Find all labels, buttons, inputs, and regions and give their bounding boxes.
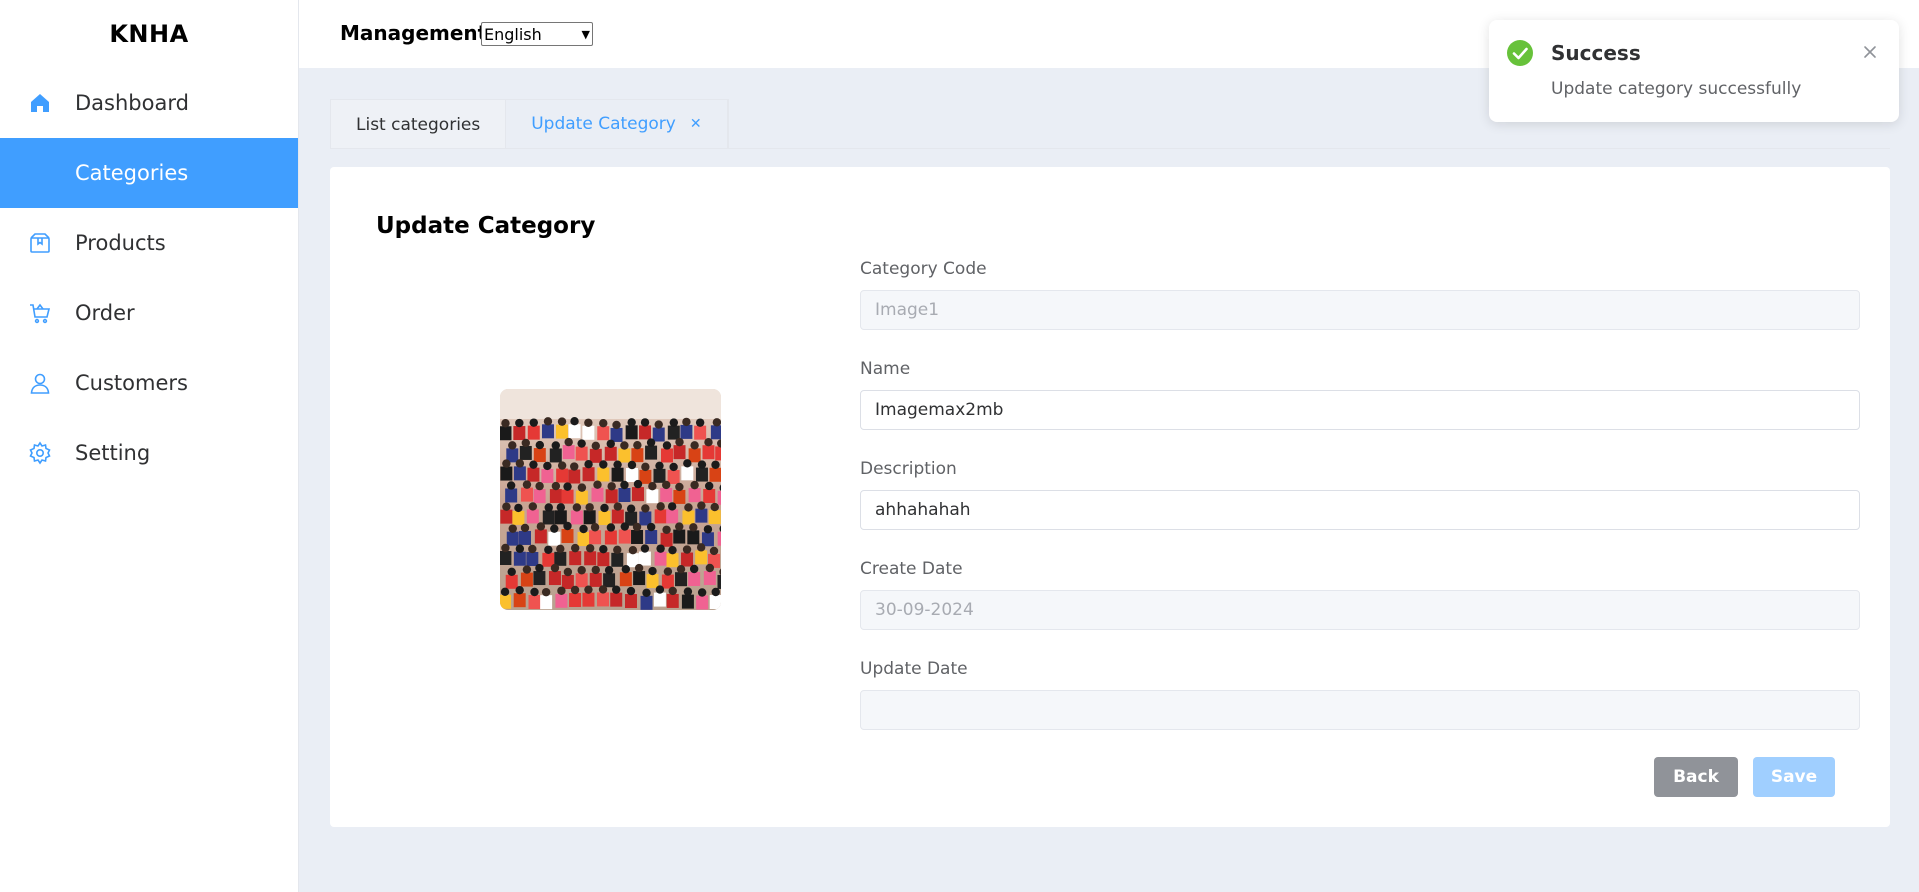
name-field: Name Imagemax2mb xyxy=(860,358,1860,458)
app-logo: KNHA xyxy=(109,20,189,48)
toast-title: Success xyxy=(1551,41,1641,65)
category-form: Category Code Image1 Name Imagemax2mb De… xyxy=(860,258,1860,758)
tab-list-categories[interactable]: List categories xyxy=(331,100,507,149)
field-label: Category Code xyxy=(860,259,987,279)
field-label: Create Date xyxy=(860,559,963,579)
language-select-value: English xyxy=(484,24,542,44)
sidebar-item-label: Products xyxy=(75,231,166,255)
tabs-divider xyxy=(330,148,1890,149)
field-label: Description xyxy=(860,459,957,479)
box-icon xyxy=(30,233,50,253)
description-input[interactable]: ahhahahah xyxy=(860,490,1860,530)
sidebar: KNHA Dashboard Categories Products Order… xyxy=(0,0,299,892)
sidebar-item-label: Setting xyxy=(75,441,151,465)
group-photo-image xyxy=(500,389,721,610)
create-date-field: Create Date 30-09-2024 xyxy=(860,558,1860,658)
chevron-down-icon: ▼ xyxy=(581,27,590,41)
description-field: Description ahhahahah xyxy=(860,458,1860,558)
save-button[interactable]: Save xyxy=(1753,757,1835,797)
sidebar-item-label: Categories xyxy=(75,161,189,185)
tab-label: Update Category xyxy=(531,114,676,134)
sidebar-item-order[interactable]: Order xyxy=(0,278,298,348)
update-date-field: Update Date xyxy=(860,658,1860,758)
category-code-input: Image1 xyxy=(860,290,1860,330)
language-select[interactable]: English ▼ xyxy=(481,22,593,46)
field-label: Update Date xyxy=(860,659,968,679)
close-icon[interactable] xyxy=(1861,43,1879,61)
update-category-card: Update Category Category Code Image1 Nam… xyxy=(330,167,1890,827)
header-title: Management xyxy=(340,21,488,45)
category-code-field: Category Code Image1 xyxy=(860,258,1860,358)
sidebar-item-label: Dashboard xyxy=(75,91,189,115)
sidebar-item-dashboard[interactable]: Dashboard xyxy=(0,68,298,138)
gear-icon xyxy=(29,441,51,465)
sidebar-item-customers[interactable]: Customers xyxy=(0,348,298,418)
tab-update-category[interactable]: Update Category ✕ xyxy=(506,100,728,149)
field-label: Name xyxy=(860,359,911,379)
toast-message: Update category successfully xyxy=(1551,79,1802,99)
sidebar-item-label: Order xyxy=(75,301,135,325)
tab-label: List categories xyxy=(356,114,481,135)
page-title: Update Category xyxy=(376,213,596,239)
user-icon xyxy=(30,373,50,394)
close-icon[interactable]: ✕ xyxy=(690,116,702,132)
home-icon xyxy=(31,94,49,112)
name-input[interactable]: Imagemax2mb xyxy=(860,390,1860,430)
sidebar-item-setting[interactable]: Setting xyxy=(0,418,298,488)
category-image[interactable] xyxy=(500,389,721,610)
success-check-icon xyxy=(1507,40,1533,66)
sidebar-item-label: Customers xyxy=(75,371,188,395)
create-date-input: 30-09-2024 xyxy=(860,590,1860,630)
back-button[interactable]: Back xyxy=(1654,757,1738,797)
sidebar-item-categories[interactable]: Categories xyxy=(0,138,298,208)
sidebar-item-products[interactable]: Products xyxy=(0,208,298,278)
update-date-input xyxy=(860,690,1860,730)
page-tabs: List categories Update Category ✕ xyxy=(330,99,729,149)
success-toast: Success Update category successfully xyxy=(1489,20,1899,122)
cart-icon xyxy=(30,303,51,324)
